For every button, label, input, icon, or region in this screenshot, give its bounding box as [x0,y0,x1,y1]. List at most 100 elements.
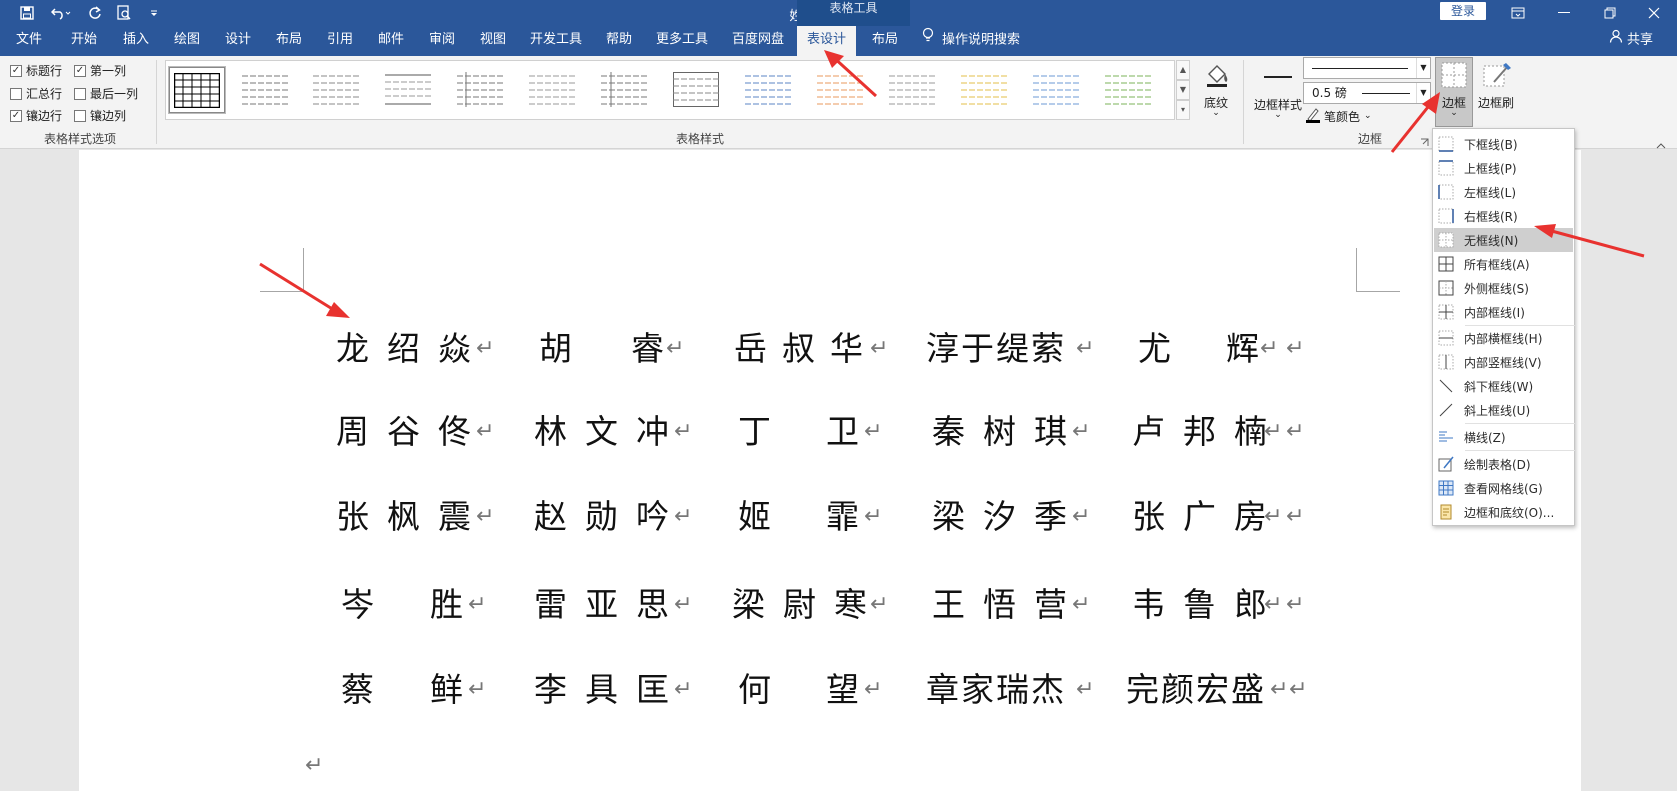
table-cell[interactable]: 林文冲 [534,412,674,452]
tab-developer[interactable]: 开发工具 [530,26,582,56]
gallery-expand-icon[interactable]: ▾ [1176,100,1190,120]
table-cell[interactable]: 秦树琪 [932,412,1072,452]
table-cell[interactable]: 赵勋吟 [534,497,674,537]
undo-icon[interactable] [46,0,76,26]
menu-item-bottom-border[interactable]: 下框线(B) [1434,132,1573,156]
shading-button[interactable]: 底纹 ⌄ [1196,58,1236,122]
table-style-plain-1[interactable] [238,67,294,113]
tell-me-search[interactable]: 操作说明搜索 [922,26,1020,56]
table-cell[interactable]: 张枫震 [336,497,476,537]
checkbox-banded-columns[interactable]: 镶边列 [74,107,126,124]
table-style-plain-3[interactable] [381,67,437,113]
table-style-plain-4[interactable] [453,67,509,113]
table-cell[interactable]: 李具匡 [534,670,674,710]
menu-item-inside-vertical-border[interactable]: 内部竖框线(V) [1434,350,1573,374]
print-preview-icon[interactable] [112,0,136,26]
tab-baidu-netdisk[interactable]: 百度网盘 [732,26,784,56]
tab-file[interactable]: 文件 [16,26,42,56]
menu-item-draw-table[interactable]: 绘制表格(D) [1434,452,1573,476]
dialog-launcher-icon[interactable] [1420,132,1430,146]
menu-item-top-border[interactable]: 上框线(P) [1434,156,1573,180]
table-cell[interactable]: 姬霏 [738,497,859,537]
table-cell[interactable]: 周谷佟 [336,412,476,452]
tab-draw[interactable]: 绘图 [174,26,200,56]
line-style-dropdown[interactable]: ▼ [1303,57,1431,79]
tab-mailings[interactable]: 邮件 [378,26,404,56]
table-cell[interactable]: 胡睿 [539,329,664,369]
tab-help[interactable]: 帮助 [606,26,632,56]
collapse-ribbon-icon[interactable] [1656,134,1668,149]
menu-item-no-border[interactable]: 无框线(N) [1434,228,1573,252]
menu-item-view-gridlines[interactable]: 查看网格线(G) [1434,476,1573,500]
tab-more-tools[interactable]: 更多工具 [656,26,708,56]
restore-icon[interactable] [1587,0,1633,26]
table-style-grid[interactable] [168,66,226,114]
table-cell[interactable]: 岑胜 [341,585,471,625]
table-style-gray[interactable] [885,67,941,113]
checkbox-first-column[interactable]: ✓ 第一列 [74,62,126,79]
table-style-plain-5[interactable] [525,67,581,113]
table-style-plain-6[interactable] [597,67,653,113]
menu-item-horizontal-line[interactable]: 横线(Z) [1434,425,1573,449]
tab-insert[interactable]: 插入 [123,26,149,56]
tab-references[interactable]: 引用 [327,26,353,56]
table-cell[interactable]: 尤辉 [1138,329,1259,369]
checkbox-banded-rows[interactable]: ✓ 镶边行 [10,107,62,124]
table-cell[interactable]: 梁汐季 [932,497,1072,537]
table-cell[interactable]: 卢邦楠 [1132,412,1272,452]
borders-button[interactable]: 边框 ⌄ [1435,57,1473,127]
menu-item-outside-borders[interactable]: 外侧框线(S) [1434,276,1573,300]
table-cell[interactable]: 龙绍焱 [336,329,476,369]
table-cell[interactable]: 蔡鲜 [341,670,471,710]
tab-review[interactable]: 审阅 [429,26,455,56]
gallery-scroll-up-icon[interactable]: ▲ [1176,60,1190,80]
menu-item-inside-borders[interactable]: 内部框线(I) [1434,300,1573,324]
table-cell[interactable]: 章家瑞杰 [926,670,1076,710]
table-cell[interactable]: 丁卫 [738,412,859,452]
checkbox-last-column[interactable]: 最后一列 [74,85,138,102]
border-painter-button[interactable]: 边框刷 [1474,58,1518,124]
table-cell[interactable]: 岳叔华 [734,329,874,369]
table-cell[interactable]: 雷亚思 [534,585,674,625]
menu-item-borders-and-shading[interactable]: 边框和底纹(O)... [1434,500,1573,524]
table-cell[interactable]: 淳于缇萦 [926,329,1076,369]
line-weight-dropdown[interactable]: 0.5 磅 ▼ [1303,82,1431,104]
tab-table-layout[interactable]: 布局 [872,26,898,56]
redo-icon[interactable] [84,0,106,26]
share-button[interactable]: 共享 [1609,26,1653,56]
menu-item-right-border[interactable]: 右框线(R) [1434,204,1573,228]
menu-item-left-border[interactable]: 左框线(L) [1434,180,1573,204]
ribbon-display-options-icon[interactable] [1495,0,1541,26]
save-icon[interactable] [16,0,38,26]
border-styles-button[interactable]: 边框样式 ⌄ [1250,58,1306,124]
table-cell[interactable]: 梁尉寒 [732,585,872,625]
menu-item-all-borders[interactable]: 所有框线(A) [1434,252,1573,276]
table-cell[interactable]: 何望 [738,670,859,710]
table-cell[interactable]: 王悟营 [932,585,1072,625]
tab-layout[interactable]: 布局 [276,26,302,56]
login-button[interactable]: 登录 [1440,2,1486,20]
tab-design[interactable]: 设计 [225,26,251,56]
table-cell[interactable]: 完颜宏盛 [1126,670,1276,710]
table-style-blue[interactable] [741,67,797,113]
tab-view[interactable]: 视图 [480,26,506,56]
document-page[interactable]: 龙绍焱 胡睿 岳叔华 淳于缇萦 尤辉 周谷佟 林文冲 丁卫 秦树琪 卢邦楠 张枫… [79,150,1581,791]
tab-table-design[interactable]: 表设计 [797,26,857,56]
checkbox-total-row[interactable]: 汇总行 [10,85,62,102]
menu-item-diagonal-up-border[interactable]: 斜上框线(U) [1434,398,1573,422]
table-cell[interactable]: 韦鲁郎 [1132,585,1272,625]
checkbox-header-row[interactable]: ✓ 标题行 [10,62,62,79]
table-style-gold[interactable] [957,67,1013,113]
table-cell[interactable]: 张广房 [1132,497,1272,537]
table-style-green[interactable] [1101,67,1157,113]
menu-item-diagonal-down-border[interactable]: 斜下框线(W) [1434,374,1573,398]
menu-item-inside-horizontal-border[interactable]: 内部横框线(H) [1434,326,1573,350]
gallery-scroll-down-icon[interactable]: ▼ [1176,80,1190,100]
table-style-orange[interactable] [813,67,869,113]
table-style-light-blue[interactable] [1029,67,1085,113]
close-icon[interactable] [1631,0,1677,26]
minimize-icon[interactable] [1541,0,1587,26]
pen-color-button[interactable]: 笔颜色 ⌄ [1305,106,1372,126]
table-style-plain-2[interactable] [309,67,365,113]
table-style-grid-light[interactable] [669,67,725,113]
